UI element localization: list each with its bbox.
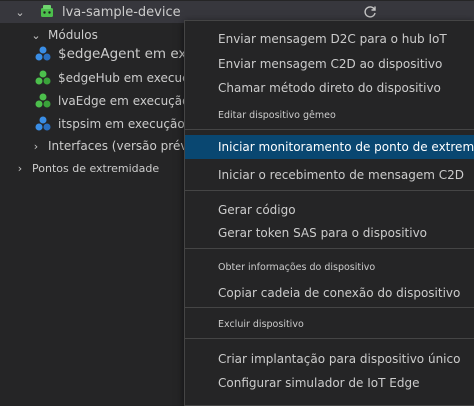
interfaces-label: Interfaces (versão prévia) (48, 139, 203, 153)
menu-item-delete-device[interactable]: Excluir dispositivo (185, 312, 474, 336)
menu-item-generate-code[interactable]: Gerar código (185, 198, 474, 222)
endpoints-row[interactable]: › Pontos de extremidade (0, 157, 159, 179)
module-name: lvaEdge em execução (58, 94, 190, 108)
module-name: $edgeHub em execução (58, 71, 204, 85)
menu-item-generate-sas-token[interactable]: Gerar token SAS para o dispositivo (185, 221, 474, 245)
menu-item-create-deployment[interactable]: Criar implantação para dispositivo único (185, 347, 474, 371)
menu-item-start-c2d-receive[interactable]: Iniciar o recebimento de mensagem C2D (185, 163, 474, 187)
menu-separator (185, 338, 474, 339)
menu-item-setup-edge-simulator[interactable]: Configurar simulador de IoT Edge (185, 371, 474, 395)
chevron-down-icon[interactable]: ⌄ (14, 6, 26, 19)
module-row[interactable]: itspsim em execução (0, 113, 185, 135)
menu-item-get-device-info[interactable]: Obter informações do dispositivo (185, 255, 474, 279)
chevron-down-icon[interactable]: ⌄ (30, 29, 42, 42)
module-blue-icon (35, 116, 51, 131)
context-menu: Enviar mensagem D2C para o hub IoT Envia… (184, 20, 474, 406)
module-blue-icon (35, 46, 51, 61)
chevron-right-icon[interactable]: › (14, 162, 26, 175)
menu-separator (185, 248, 474, 249)
module-green-icon (35, 93, 51, 108)
endpoints-label: Pontos de extremidade (32, 161, 160, 175)
menu-separator (185, 190, 474, 191)
menu-item-invoke-direct-method[interactable]: Chamar método direto do dispositivo (185, 76, 474, 100)
chevron-right-icon[interactable]: › (30, 140, 42, 153)
menu-item-edit-twin[interactable]: Editar dispositivo gêmeo (185, 103, 474, 127)
menu-item-send-c2d[interactable]: Enviar mensagem C2D ao dispositivo (185, 52, 474, 76)
module-name: itspsim em execução (58, 117, 185, 131)
menu-item-copy-connection-string[interactable]: Copiar cadeia de conexão do dispositivo (185, 281, 474, 305)
menu-separator (185, 307, 474, 308)
menu-separator (185, 129, 474, 130)
module-green-icon (35, 70, 51, 85)
interfaces-row[interactable]: › Interfaces (versão prévia) (0, 135, 203, 157)
modules-label: Módulos (48, 28, 98, 42)
device-icon (41, 5, 53, 17)
device-name: lva-sample-device (62, 4, 181, 20)
menu-item-start-monitoring[interactable]: Iniciar monitoramento de ponto de extrem… (185, 135, 474, 159)
refresh-icon[interactable] (362, 4, 378, 20)
menu-item-send-d2c[interactable]: Enviar mensagem D2C para o hub IoT (185, 27, 474, 51)
module-row[interactable]: lvaEdge em execução (0, 90, 189, 112)
module-row[interactable]: $edgeHub em execução (0, 67, 203, 89)
